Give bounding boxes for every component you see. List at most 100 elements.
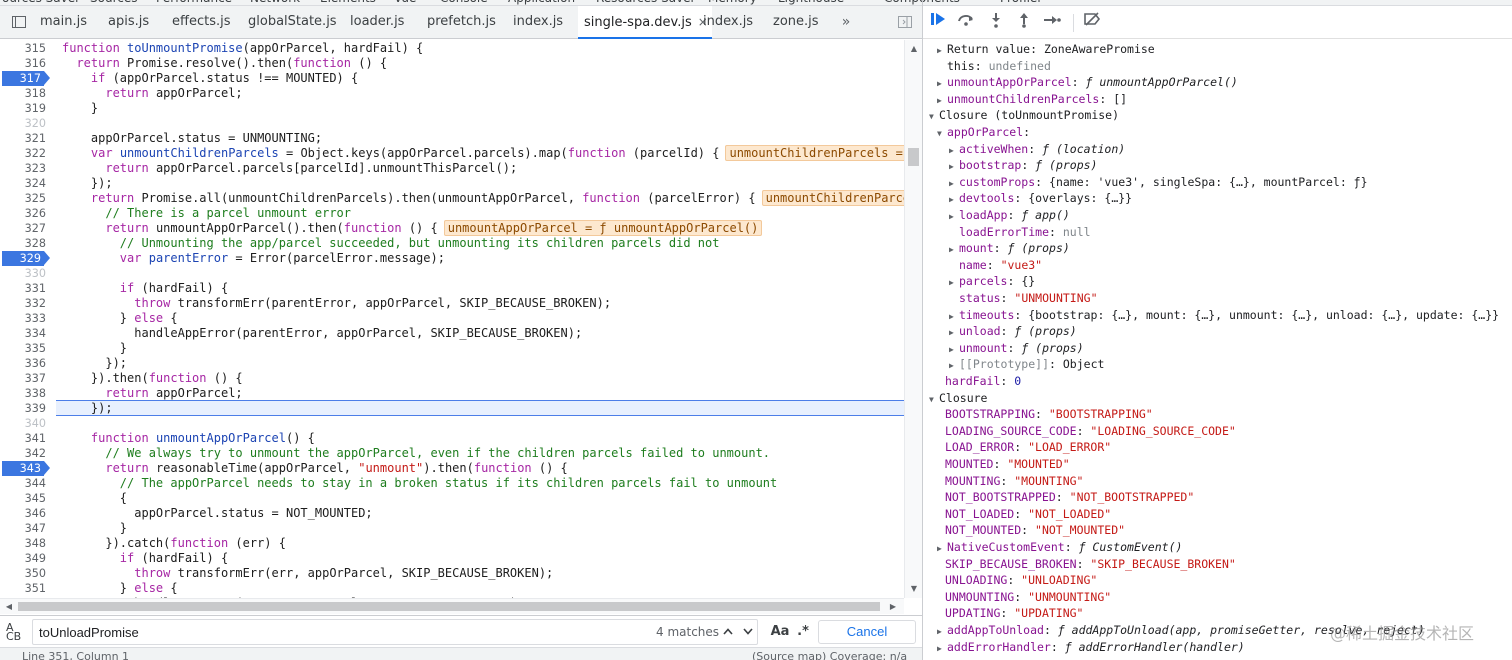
code-line[interactable]: }); [62,176,113,191]
collapsed-arrow-icon[interactable]: ▶ [937,92,947,109]
file-tab[interactable]: globalState.js [248,6,337,38]
line-number[interactable]: 327 [0,221,52,236]
code-line[interactable]: var unmountChildrenParcels = Object.keys… [62,145,904,161]
horizontal-scrollbar[interactable]: ◀ ▶ [0,598,904,614]
file-tab[interactable]: effects.js [172,6,231,38]
resume-icon[interactable] [927,12,949,32]
scope-row[interactable]: NOT_LOADED: "NOT_LOADED" [945,506,1111,523]
vertical-scrollbar[interactable]: ▲ ▼ [904,40,922,598]
next-match-icon[interactable] [738,620,758,644]
code-line[interactable]: function toUnmountPromise(appOrParcel, h… [62,41,423,56]
code-editor[interactable]: function toUnmountPromise(appOrParcel, h… [56,40,904,598]
code-line[interactable]: appOrParcel.status = UNMOUNTING; [62,131,322,146]
line-number[interactable]: 322 [0,146,52,161]
scope-section[interactable]: ▼ Closure (toUnmountPromise) [929,107,1119,124]
scope-row[interactable]: status: "UNMOUNTING" [959,290,1098,307]
code-line[interactable]: if (appOrParcel.status !== MOUNTED) { [62,71,358,86]
code-line[interactable]: } else { [62,311,178,326]
scope-row[interactable]: ▶ customProps: {name: 'vue3', singleSpa: … [949,174,1368,191]
code-line[interactable]: function unmountAppOrParcel() { [62,431,315,446]
code-line[interactable]: } [62,341,127,356]
scope-row[interactable]: NOT_BOOTSTRAPPED: "NOT_BOOTSTRAPPED" [945,489,1194,506]
breakpoint-marker[interactable]: 329 [2,251,50,266]
file-tab[interactable]: loader.js [350,6,404,38]
scope-row[interactable]: ▶ devtools: {overlays: {…}} [949,190,1132,207]
collapsed-arrow-icon[interactable]: ▶ [937,75,947,92]
scope-row[interactable]: this: undefined [947,58,1051,75]
breakpoint-marker[interactable]: 317 [2,71,50,86]
code-line[interactable]: return Promise.all(unmountChildrenParcel… [62,190,904,206]
debugger-sidebar-toggle-icon[interactable] [895,6,915,38]
line-number[interactable]: 345 [0,491,52,506]
line-number[interactable]: 344 [0,476,52,491]
file-tab[interactable]: index.js [703,6,753,38]
scroll-left-icon[interactable]: ◀ [2,599,16,614]
panel-tab[interactable]: Profiler [1000,0,1042,5]
scroll-up-icon[interactable]: ▲ [905,42,923,56]
scope-row[interactable]: UPDATING: "UPDATING" [945,605,1084,622]
scope-row[interactable]: name: "vue3" [959,257,1042,274]
line-number[interactable]: 338 [0,386,52,401]
line-number[interactable]: 328 [0,236,52,251]
code-line[interactable]: } else { [62,581,178,596]
scope-row[interactable]: LOAD_ERROR: "LOAD_ERROR" [945,439,1111,456]
panel-tab[interactable]: Application [508,0,575,5]
scope-row[interactable]: ▶ unload: ƒ (props) [949,323,1077,340]
line-number[interactable]: 316 [0,56,52,71]
scope-row[interactable]: ▶ [[Prototype]]: Object [949,356,1104,373]
collapsed-arrow-icon[interactable]: ▶ [949,142,959,159]
expanded-arrow-icon[interactable]: ▼ [937,125,947,142]
scope-row[interactable]: BOOTSTRAPPING: "BOOTSTRAPPING" [945,406,1153,423]
scope-row[interactable]: LOADING_SOURCE_CODE: "LOADING_SOURCE_COD… [945,423,1236,440]
code-line[interactable]: if (hardFail) { [62,551,228,566]
code-line[interactable]: }).then(function () { [62,371,243,386]
scope-row[interactable]: hardFail: 0 [945,373,1021,390]
code-line[interactable]: { [62,491,127,506]
line-number[interactable]: 346 [0,506,52,521]
line-number[interactable]: 324 [0,176,52,191]
code-line[interactable]: var parentError = Error(parcelError.mess… [62,251,445,266]
scope-row[interactable]: ▶ unmountAppOrParcel: ƒ unmountAppOrParce… [937,74,1238,91]
collapsed-arrow-icon[interactable]: ▶ [937,42,947,59]
line-number[interactable]: 349 [0,551,52,566]
code-line[interactable]: // Unmounting the app/parcel succeeded, … [62,236,720,251]
scope-row[interactable]: ▶ mount: ƒ (props) [949,240,1070,257]
code-line[interactable]: }); [62,356,127,371]
line-number[interactable]: 341 [0,431,52,446]
line-number[interactable]: 336 [0,356,52,371]
code-line[interactable]: // There is a parcel unmount error [62,206,351,221]
collapsed-arrow-icon[interactable]: ▶ [937,623,947,640]
step-over-icon[interactable] [955,12,977,32]
line-number[interactable]: 347 [0,521,52,536]
code-line[interactable]: return appOrParcel; [62,386,242,401]
line-number[interactable]: 337 [0,371,52,386]
panel-tab[interactable]: Resources Saver [596,0,696,5]
scope-row[interactable]: MOUNTED: "MOUNTED" [945,456,1070,473]
scope-row[interactable]: ▶ NativeCustomEvent: ƒ CustomEvent() [937,539,1182,556]
code-line[interactable]: }); [62,401,113,416]
scope-row[interactable]: ▶ addErrorHandler: ƒ addErrorHandler(hand… [937,639,1245,656]
line-number[interactable]: 342 [0,446,52,461]
scope-row[interactable]: ▶ parcels: {} [949,273,1035,290]
file-tab[interactable]: apis.js [108,6,149,38]
line-number[interactable]: 340 [0,416,52,431]
code-line[interactable]: appOrParcel.status = NOT_MOUNTED; [62,506,372,521]
case-sensitive-button[interactable]: Aa [768,620,792,644]
line-number[interactable]: 348 [0,536,52,551]
breakpoint-marker[interactable]: 343 [2,461,50,476]
line-number-gutter[interactable]: 315 316 317 318 319 320 321 322 323 324 325 326 327 3… [0,40,56,610]
line-number[interactable]: 335 [0,341,52,356]
code-line[interactable]: throw transformErr(parentError, appOrPar… [62,296,611,311]
deactivate-breakpoints-icon[interactable] [1081,12,1103,32]
collapsed-arrow-icon[interactable]: ▶ [937,640,947,657]
collapsed-arrow-icon[interactable]: ▶ [949,158,959,175]
code-line[interactable]: handleAppError(parentError, appOrParcel,… [62,326,582,341]
scope-row[interactable]: ▶ unmountChildrenParcels: [] [937,91,1127,108]
line-number[interactable]: 315 [0,41,52,56]
scroll-down-icon[interactable]: ▼ [905,582,923,596]
step-out-icon[interactable] [1013,12,1035,32]
search-input[interactable] [32,619,758,645]
scope-row[interactable]: NOT_MOUNTED: "NOT_MOUNTED" [945,522,1125,539]
scope-row[interactable]: ▶ activeWhen: ƒ (location) [949,141,1125,158]
line-number[interactable]: 331 [0,281,52,296]
